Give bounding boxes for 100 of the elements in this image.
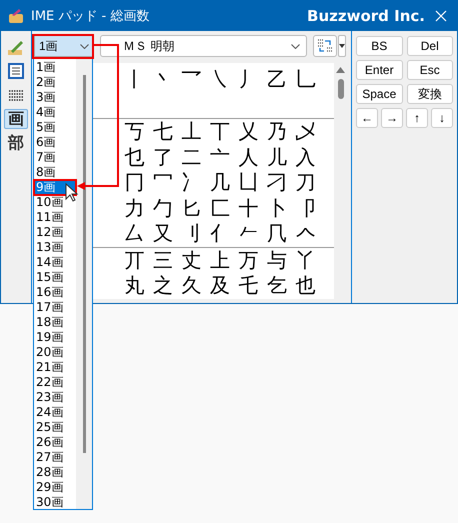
kanji-character[interactable]: 匕 (177, 194, 206, 222)
kanji-character[interactable]: 厶 (120, 220, 148, 248)
kanji-character[interactable]: 刀 (291, 169, 320, 196)
kanji-character[interactable]: 入 (291, 144, 320, 171)
kanji-character[interactable]: 丿 (234, 66, 262, 94)
key-button[interactable]: 変換 (406, 84, 453, 104)
kanji-character[interactable]: 丅 (206, 118, 234, 146)
list-item[interactable]: 11画 (34, 210, 76, 225)
list-item[interactable]: 28画 (34, 465, 76, 480)
kanji-character[interactable]: 乛 (177, 66, 206, 94)
kanji-character[interactable]: 匚 (206, 194, 234, 222)
kanji-character[interactable]: 丂 (120, 118, 148, 146)
kanji-character[interactable]: 万 (234, 246, 262, 274)
arrow-key-button[interactable]: ↑ (406, 108, 428, 128)
scroll-thumb[interactable] (82, 75, 86, 453)
kanji-character[interactable]: 七 (148, 118, 177, 146)
key-button[interactable]: Space (356, 84, 402, 104)
kanji-character[interactable]: 乃 (262, 118, 291, 146)
kanji-character[interactable]: 冫 (177, 169, 206, 196)
list-item[interactable]: 14画 (34, 255, 76, 270)
kanji-character[interactable]: 丌 (120, 246, 148, 274)
kanji-character[interactable]: 乚 (291, 66, 320, 94)
kanji-character[interactable]: 亻 (206, 220, 234, 248)
kanji-character[interactable]: 勹 (148, 194, 177, 222)
list-item[interactable]: 30画 (34, 495, 76, 510)
list-item[interactable]: 19画 (34, 330, 76, 345)
list-item[interactable]: 29画 (34, 480, 76, 495)
kanji-character[interactable]: 与 (262, 246, 291, 274)
list-item[interactable]: 23画 (34, 390, 76, 405)
kanji-character[interactable]: 冂 (120, 169, 148, 196)
arrow-key-button[interactable]: ← (356, 108, 378, 128)
list-item[interactable]: 22画 (34, 375, 76, 390)
kanji-character[interactable]: 及 (206, 272, 234, 300)
key-button[interactable]: Del (406, 36, 453, 56)
font-dropdown[interactable]: ＭＳ 明朝 (100, 35, 307, 57)
kanji-character[interactable]: 乜 (120, 144, 148, 171)
scroll-thumb[interactable] (338, 79, 344, 99)
kanji-character[interactable]: 丄 (177, 118, 206, 146)
key-button[interactable]: Enter (356, 60, 402, 80)
list-item[interactable]: 25画 (34, 420, 76, 435)
kanji-character[interactable]: 乂 (234, 118, 262, 146)
list-item[interactable]: 21画 (34, 360, 76, 375)
kanji-character[interactable]: 乙 (262, 66, 291, 94)
kanji-character[interactable]: ⺇ (262, 220, 291, 248)
list-item[interactable]: 20画 (34, 345, 76, 360)
kanji-character[interactable]: 人 (234, 144, 262, 171)
kanji-character[interactable]: 乞 (262, 272, 291, 300)
kanji-character[interactable]: 丫 (291, 246, 320, 274)
kanji-character[interactable]: 又 (148, 220, 177, 248)
list-item[interactable]: 7画 (34, 150, 76, 165)
list-item[interactable]: 12画 (34, 225, 76, 240)
kanji-character[interactable]: 三 (148, 246, 177, 274)
list-item[interactable]: 6画 (34, 135, 76, 150)
kanji-character[interactable]: 久 (177, 272, 206, 300)
kanji-character[interactable]: ㇏ (206, 66, 234, 94)
kanji-character[interactable]: 卩 (291, 194, 320, 222)
kanji-character[interactable]: 二 (177, 144, 206, 171)
list-item[interactable]: 8画 (34, 165, 76, 180)
list-item[interactable]: 1画 (34, 60, 76, 75)
view-toggle-button[interactable] (313, 35, 337, 57)
stroke-count-dropdown[interactable]: 1画 (34, 35, 94, 57)
kanji-character[interactable]: 亠 (206, 144, 234, 171)
kanji-character[interactable]: 乄 (291, 118, 320, 146)
kanji-character[interactable]: 𠂉 (234, 222, 262, 246)
list-item[interactable]: 27画 (34, 450, 76, 465)
kanji-character[interactable]: 刂 (177, 220, 206, 248)
kanji-character[interactable]: 丨 (120, 66, 148, 94)
list-item[interactable]: 18画 (34, 315, 76, 330)
key-button[interactable]: Esc (406, 60, 453, 80)
kanji-character[interactable]: 力 (120, 194, 148, 222)
list-item[interactable]: 16画 (34, 285, 76, 300)
kanji-character[interactable]: 也 (291, 272, 320, 300)
menu-button[interactable] (338, 35, 346, 57)
kanji-character[interactable]: 了 (148, 144, 177, 171)
kanji-character[interactable]: 几 (206, 169, 234, 196)
arrow-key-button[interactable]: → (381, 108, 403, 128)
kanji-character[interactable]: 儿 (262, 144, 291, 171)
kanji-character[interactable]: 丸 (120, 272, 148, 300)
list-item[interactable]: 5画 (34, 120, 76, 135)
list-item[interactable]: 15画 (34, 270, 76, 285)
kanji-character[interactable]: 丶 (148, 66, 177, 94)
kanji-character[interactable]: 冖 (148, 169, 177, 196)
kanji-character[interactable]: 𠆢 (291, 222, 320, 246)
kanji-character[interactable]: 之 (148, 272, 177, 300)
list-item[interactable]: 13画 (34, 240, 76, 255)
list-item[interactable]: 3画 (34, 90, 76, 105)
kanji-character[interactable]: 刁 (262, 169, 291, 196)
kanji-character[interactable]: 凵 (234, 169, 262, 196)
tool-tab[interactable]: 画 (4, 109, 28, 129)
list-item[interactable]: 2画 (34, 75, 76, 90)
arrow-key-button[interactable]: ↓ (431, 108, 453, 128)
tool-tab[interactable]: 部 (4, 133, 28, 153)
key-button[interactable]: BS (356, 36, 402, 56)
list-item[interactable]: 4画 (34, 105, 76, 120)
list-item[interactable]: 17画 (34, 300, 76, 315)
list-item[interactable]: 24画 (34, 405, 76, 420)
kanji-character[interactable]: 乇 (234, 272, 262, 300)
kanji-character[interactable]: 卜 (262, 194, 291, 222)
list-item[interactable]: 26画 (34, 435, 76, 450)
kanji-character[interactable]: 丈 (177, 246, 206, 274)
